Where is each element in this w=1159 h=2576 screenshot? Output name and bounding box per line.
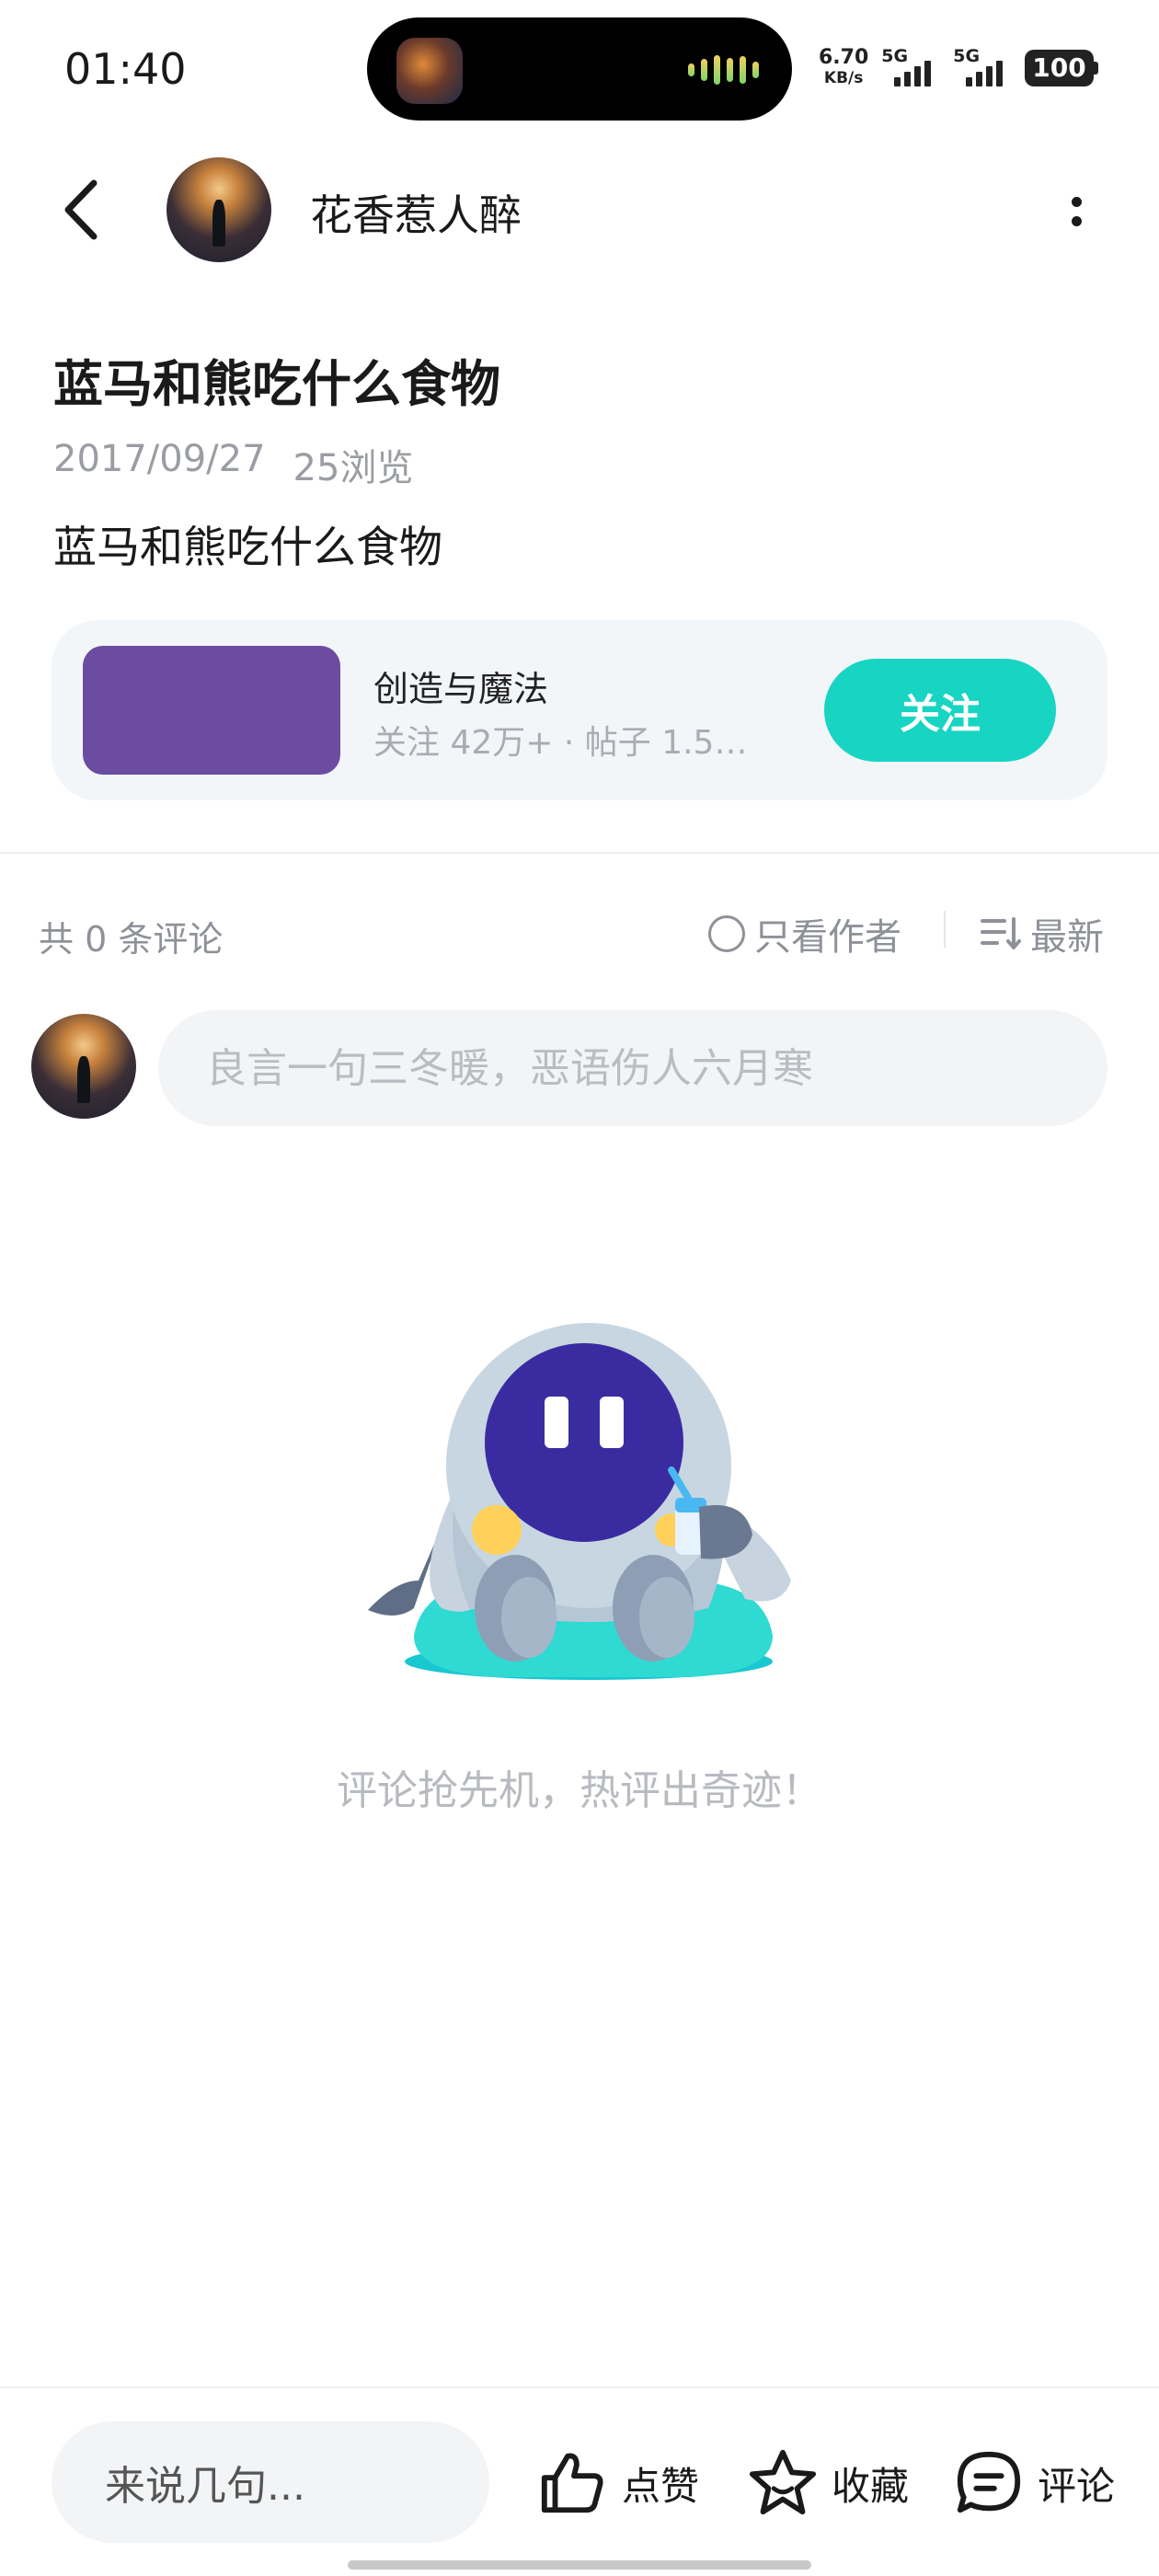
empty-comments-text: 评论抢先机，热评出奇迹！ — [337, 1767, 822, 1814]
author-only-toggle[interactable]: 只看作者 — [708, 907, 901, 960]
robot-mascot-illustration — [368, 1323, 791, 1680]
more-options-button[interactable] — [1058, 189, 1095, 235]
forum-card[interactable]: 创造与魔法 关注 42万+ · 帖子 1.5… 关注 — [52, 620, 1107, 800]
post-date: 2017/09/27 — [53, 438, 266, 480]
comment-count: 共 0 条评论 — [39, 919, 224, 960]
forum-name: 创造与魔法 — [373, 669, 549, 709]
comment-label: 评论 — [1038, 2463, 1116, 2509]
filter-separator — [944, 911, 946, 948]
dynamic-island[interactable] — [367, 17, 792, 121]
battery-icon: 100 — [1025, 50, 1098, 86]
post-body: 蓝马和熊吃什么食物 — [53, 523, 442, 573]
thumbs-up-icon — [541, 2453, 603, 2513]
audio-wave-icon — [688, 54, 759, 86]
author-only-label: 只看作者 — [754, 916, 901, 959]
radio-unchecked-icon — [708, 915, 745, 952]
chevron-left-icon — [64, 179, 98, 240]
post-title: 蓝马和熊吃什么食物 — [53, 355, 500, 413]
back-button[interactable] — [53, 175, 109, 245]
forum-thumbnail — [83, 646, 340, 775]
comment-bubble-icon — [957, 2451, 1021, 2513]
status-indicators: 6.70 KB/s 5G 5G 100 — [819, 46, 1098, 90]
home-indicator[interactable] — [348, 2560, 811, 2570]
post-views: 25浏览 — [293, 447, 414, 489]
more-vertical-icon — [1071, 197, 1082, 207]
bottom-divider — [0, 2386, 1159, 2388]
author-name[interactable]: 花香惹人醉 — [310, 182, 522, 243]
my-avatar — [31, 1014, 136, 1119]
comment-button[interactable]: 评论 — [953, 2442, 1115, 2524]
post-detail-page: 01:40 6.70 KB/s 5G 5G 100 花香惹人醉 蓝马和熊吃什么食… — [0, 0, 1159, 2576]
forum-stats: 关注 42万+ · 帖子 1.5… — [373, 724, 748, 762]
battery-level: 100 — [1025, 50, 1094, 86]
follow-button[interactable]: 关注 — [824, 659, 1056, 762]
media-thumbnail — [396, 38, 463, 104]
star-icon — [749, 2449, 817, 2515]
network-speed: 6.70 KB/s — [819, 47, 868, 89]
favorite-label: 收藏 — [832, 2463, 910, 2509]
network-speed-unit: KB/s — [823, 69, 864, 87]
like-button[interactable]: 点赞 — [537, 2442, 699, 2524]
sort-newest-button[interactable]: 最新 — [981, 907, 1104, 960]
signal-sim1-icon: 5G — [881, 46, 940, 90]
sort-label: 最新 — [1030, 916, 1104, 959]
favorite-button[interactable]: 收藏 — [747, 2442, 909, 2524]
sort-icon — [981, 917, 1021, 949]
status-time: 01:40 — [64, 44, 187, 94]
quick-comment-input[interactable]: 来说几句... — [52, 2421, 489, 2543]
signal-sim2-icon: 5G — [953, 46, 1012, 90]
section-divider — [0, 852, 1159, 854]
like-label: 点赞 — [622, 2463, 700, 2509]
network-speed-value: 6.70 — [819, 46, 869, 69]
author-avatar[interactable] — [166, 157, 271, 262]
comment-input[interactable] — [158, 1010, 1107, 1126]
post-meta: 2017/09/27 25浏览 — [53, 438, 413, 491]
